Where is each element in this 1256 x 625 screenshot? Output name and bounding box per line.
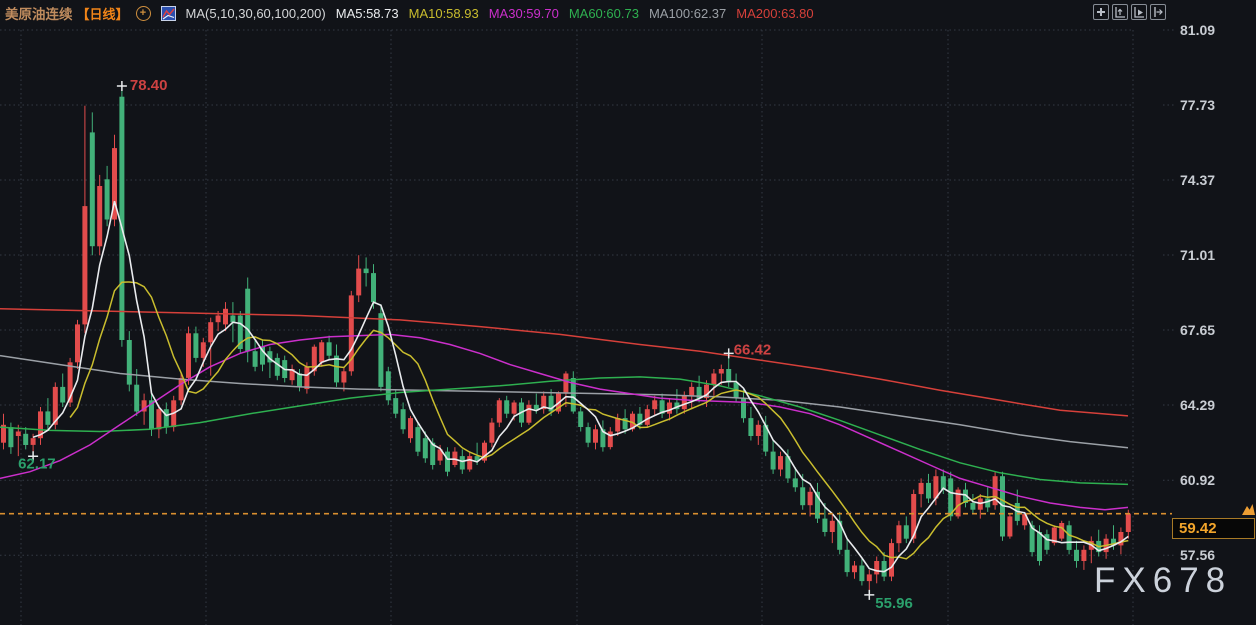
ma60-value: MA60:60.73 — [569, 6, 639, 21]
current-price-tag: 59.42 — [1172, 518, 1255, 539]
ma5-line — [33, 201, 1128, 572]
ma30-line — [0, 334, 1128, 509]
price-alert-icon[interactable] — [1241, 504, 1256, 516]
chart-app: FX678 81.0977.7374.3771.0167.6564.2960.9… — [0, 0, 1256, 625]
ma100-value: MA100:62.37 — [649, 6, 726, 21]
y-axis-label: 67.65 — [1180, 322, 1215, 338]
y-axis-label: 60.92 — [1180, 472, 1215, 488]
add-icon[interactable]: + — [136, 6, 151, 21]
price-annotation: 66.42 — [734, 341, 772, 358]
ma100-line — [0, 356, 1128, 448]
ma10-line — [70, 282, 1128, 559]
watermark: FX678 — [1094, 561, 1232, 601]
chart-header: 美原油连续 【日线】 + MA(5,10,30,60,100,200) MA5:… — [0, 0, 814, 26]
extreme-marker-cross — [864, 590, 874, 600]
jump-latest-icon[interactable] — [1150, 4, 1166, 20]
extreme-marker-cross — [724, 348, 734, 358]
price-annotation: 78.40 — [130, 77, 168, 94]
ma200-value: MA200:63.80 — [736, 6, 813, 21]
extreme-marker-cross — [117, 81, 127, 91]
y-axis-label: 81.09 — [1180, 22, 1215, 38]
price-annotation: 55.96 — [875, 595, 913, 612]
ma5-value: MA5:58.73 — [336, 6, 399, 21]
auto-scale-icon[interactable] — [1112, 4, 1128, 20]
move-icon[interactable] — [1093, 4, 1109, 20]
current-price-value: 59.42 — [1179, 520, 1217, 537]
ma200-line — [0, 309, 1128, 416]
y-axis-label: 71.01 — [1180, 247, 1215, 263]
timeframe-label[interactable]: 【日线】 — [77, 4, 129, 23]
y-axis-label: 74.37 — [1180, 172, 1215, 188]
ma10-value: MA10:58.93 — [409, 6, 479, 21]
price-annotation: 62.17 — [18, 455, 56, 472]
chart-toolbar — [1093, 4, 1166, 20]
chart-canvas[interactable]: 81.0977.7374.3771.0167.6564.2960.9257.56… — [0, 0, 1256, 625]
symbol-name: 美原油连续 — [5, 3, 73, 23]
y-axis-label: 64.29 — [1180, 397, 1215, 413]
ma-summary: MA(5,10,30,60,100,200) — [186, 6, 326, 21]
play-forward-icon[interactable] — [1131, 4, 1147, 20]
y-axis-label: 77.73 — [1180, 97, 1215, 113]
chart-type-icon[interactable] — [161, 6, 176, 21]
ma30-value: MA30:59.70 — [489, 6, 559, 21]
